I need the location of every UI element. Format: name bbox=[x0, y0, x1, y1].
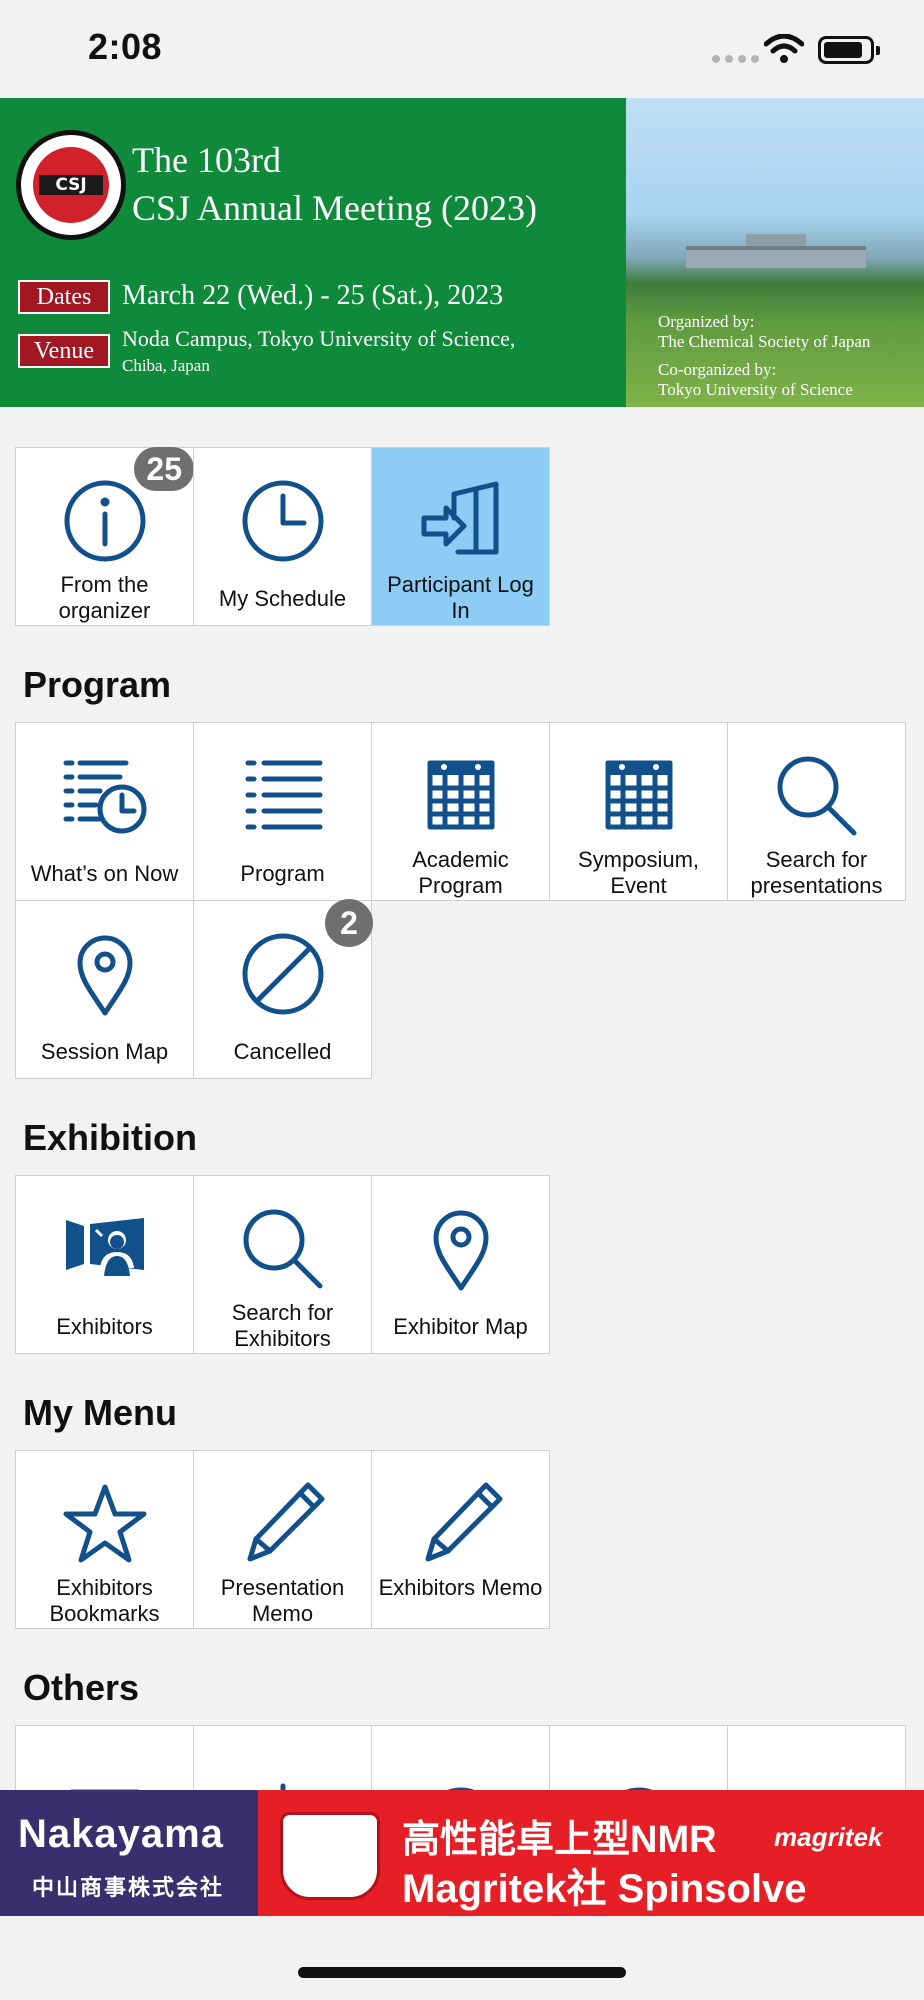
notification-badge: 2 bbox=[325, 899, 373, 947]
list-clock-icon bbox=[63, 760, 146, 834]
quick-tiles: From the organizer 25 My Schedule Partic… bbox=[15, 447, 910, 626]
co-organized-by: Tokyo University of Science bbox=[658, 380, 853, 399]
tile-label: Cancelled bbox=[233, 1039, 332, 1064]
ad-brand-jp: 中山商事株式会社 bbox=[32, 1875, 225, 1900]
document-icon bbox=[70, 1789, 139, 1790]
others-tiles bbox=[15, 1725, 910, 1790]
tile-from-organizer[interactable]: From the organizer 25 bbox=[15, 447, 194, 626]
status-time: 2:08 bbox=[88, 26, 163, 67]
tile-label: Academic Program bbox=[412, 847, 509, 898]
venue-sub: Chiba, Japan bbox=[122, 356, 210, 375]
home-indicator[interactable] bbox=[298, 1967, 626, 1978]
tile-label: From the organizer bbox=[58, 572, 151, 623]
tile-exhibitors-bookmarks[interactable]: Exhibitors Bookmarks bbox=[15, 1450, 194, 1629]
ad-brand: Nakayama bbox=[18, 1812, 224, 1856]
tile-label: Search for Exhibitors bbox=[231, 1300, 334, 1351]
calendar-icon bbox=[427, 760, 494, 830]
ad-brand-panel: Nakayama 中山商事株式会社 bbox=[0, 1790, 258, 1916]
map-pin-icon bbox=[77, 935, 132, 1016]
notification-badge: 25 bbox=[134, 447, 194, 491]
search-icon bbox=[777, 756, 856, 836]
tile-participant-login[interactable]: Participant Log In bbox=[371, 447, 550, 626]
organized-by: The Chemical Society of Japan bbox=[658, 332, 871, 351]
login-icon bbox=[421, 481, 498, 555]
tile-others-5[interactable] bbox=[727, 1725, 906, 1790]
tile-label: Exhibitors bbox=[56, 1314, 153, 1339]
tile-label: Participant Log In bbox=[387, 572, 534, 623]
check-circle-icon bbox=[624, 1787, 653, 1790]
cancel-icon bbox=[242, 933, 323, 1015]
tile-others-3[interactable] bbox=[371, 1725, 550, 1790]
csj-logo: CSJ bbox=[16, 130, 126, 240]
map-pin-icon bbox=[433, 1210, 488, 1291]
clock-icon bbox=[242, 480, 323, 562]
tile-others-4[interactable] bbox=[549, 1725, 728, 1790]
tile-others-1[interactable] bbox=[15, 1725, 194, 1790]
wifi-icon bbox=[764, 34, 804, 63]
calendar-icon bbox=[605, 760, 672, 830]
advertisement-banner[interactable]: Nakayama 中山商事株式会社 高性能卓上型NMR Magritek社 Sp… bbox=[0, 1790, 924, 1916]
magritek-logo: magritek bbox=[774, 1822, 883, 1852]
tile-search-exhibitors[interactable]: Search for Exhibitors bbox=[193, 1175, 372, 1354]
person-icon bbox=[774, 1756, 860, 1790]
dates-value: March 22 (Wed.) - 25 (Sat.), 2023 bbox=[122, 280, 504, 311]
program-tiles: What’s on Now Program Academic Program S… bbox=[15, 722, 910, 1079]
list-icon bbox=[245, 760, 322, 830]
tile-label: Symposium, Event bbox=[577, 847, 700, 898]
tile-academic-program[interactable]: Academic Program bbox=[371, 722, 550, 901]
star-icon bbox=[63, 1484, 146, 1563]
tile-exhibitor-map[interactable]: Exhibitor Map bbox=[371, 1175, 550, 1354]
gear-icon bbox=[280, 1783, 285, 1790]
banner-title: The 103rd CSJ Annual Meeting (2023) bbox=[132, 140, 537, 228]
co-organized-label: Co-organized by: bbox=[658, 360, 777, 379]
my-menu-tiles: Exhibitors Bookmarks Presentation Memo E… bbox=[15, 1450, 910, 1629]
tile-others-2[interactable] bbox=[193, 1725, 372, 1790]
tile-whats-on-now[interactable]: What’s on Now bbox=[15, 722, 194, 901]
dates-tag: Dates bbox=[18, 280, 110, 314]
tile-label: My Schedule bbox=[218, 586, 347, 611]
cellular-signal-icon bbox=[712, 55, 759, 63]
pencil-icon bbox=[247, 1482, 324, 1562]
info-icon bbox=[64, 480, 145, 562]
tile-program[interactable]: Program bbox=[193, 722, 372, 901]
tile-label: Presentation Memo bbox=[220, 1575, 345, 1626]
exhibition-tiles: Exhibitors Search for Exhibitors Exhibit… bbox=[15, 1175, 910, 1354]
section-title-my-menu: My Menu bbox=[23, 1392, 178, 1433]
tile-label: What’s on Now bbox=[30, 861, 179, 886]
tile-search-presentations[interactable]: Search for presentations bbox=[727, 722, 906, 901]
tile-label: Program bbox=[240, 861, 325, 886]
tile-symposium-event[interactable]: Symposium, Event bbox=[549, 722, 728, 901]
ad-subline: Magritek社 Spinsolve bbox=[402, 1867, 807, 1911]
venue-value: Noda Campus, Tokyo University of Science… bbox=[122, 326, 516, 351]
section-title-program: Program bbox=[23, 664, 172, 705]
ad-headline: 高性能卓上型NMR bbox=[402, 1819, 717, 1861]
search-icon bbox=[243, 1209, 322, 1289]
tile-cancelled[interactable]: Cancelled 2 bbox=[193, 899, 373, 1079]
exhibitor-icon bbox=[65, 1218, 144, 1276]
tile-label: Search for presentations bbox=[750, 847, 883, 898]
organized-by-label: Organized by: bbox=[658, 312, 755, 331]
tile-label: Exhibitors Bookmarks bbox=[49, 1575, 160, 1626]
tile-exhibitors-memo[interactable]: Exhibitors Memo bbox=[371, 1450, 550, 1629]
status-bar: 2:08 bbox=[0, 0, 924, 98]
tile-my-schedule[interactable]: My Schedule bbox=[193, 447, 372, 626]
tile-exhibitors[interactable]: Exhibitors bbox=[15, 1175, 194, 1354]
section-title-others: Others bbox=[23, 1667, 140, 1708]
pencil-icon bbox=[425, 1482, 502, 1562]
nmr-device-image bbox=[280, 1812, 380, 1900]
help-icon bbox=[446, 1787, 475, 1790]
event-banner: CSJ The 103rd CSJ Annual Meeting (2023) … bbox=[0, 98, 924, 407]
venue-tag: Venue bbox=[18, 334, 110, 368]
tile-label: Session Map bbox=[40, 1039, 169, 1064]
tile-presentation-memo[interactable]: Presentation Memo bbox=[193, 1450, 372, 1629]
battery-icon bbox=[818, 36, 880, 64]
tile-label: Exhibitor Map bbox=[393, 1314, 528, 1339]
tile-label: Exhibitors Memo bbox=[378, 1575, 543, 1600]
tile-session-map[interactable]: Session Map bbox=[15, 900, 194, 1079]
section-title-exhibition: Exhibition bbox=[23, 1117, 197, 1158]
